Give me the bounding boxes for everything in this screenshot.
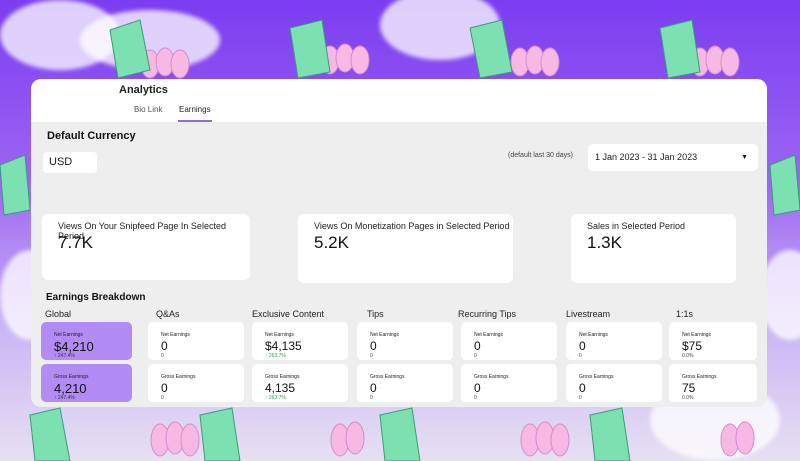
column-title-livestream: Livestream bbox=[566, 309, 611, 319]
column-title-one-on-ones: 1:1s bbox=[676, 309, 694, 319]
earnings-card-global-net: Net Earnings $4,210 ↑ 247.4% bbox=[41, 322, 132, 360]
card-change: 0 bbox=[474, 395, 477, 401]
earnings-card-exclusive-gross: Gross Earnings 4,135 ↑ 263.7% bbox=[252, 364, 348, 402]
card-value: $75 bbox=[682, 339, 703, 353]
column-title-global: Global bbox=[45, 309, 72, 319]
earnings-card-recurring-tips-gross: Gross Earnings 0 0 bbox=[461, 364, 557, 402]
card-change: 0 bbox=[370, 395, 373, 401]
column-title-qas: Q&As bbox=[156, 309, 180, 319]
card-value: 0 bbox=[579, 339, 586, 353]
earnings-card-one-on-ones-net: Net Earnings $75 0.0% bbox=[669, 322, 757, 360]
card-change: 0 bbox=[161, 353, 164, 359]
card-label: Gross Earnings bbox=[161, 374, 196, 380]
stat-card-page-views: Views On Your Snipfeed Page In Selected … bbox=[42, 214, 250, 280]
header-bar: Analytics Bio Link Earnings bbox=[31, 79, 767, 122]
earnings-card-exclusive-net: Net Earnings $4,135 ↑ 263.7% bbox=[252, 322, 348, 360]
card-change: ↑ 263.7% bbox=[265, 395, 286, 401]
card-value: 0 bbox=[161, 339, 168, 353]
earnings-card-livestream-net: Net Earnings 0 0 bbox=[566, 322, 662, 360]
card-value: 0 bbox=[370, 339, 377, 353]
card-value: 0 bbox=[161, 381, 168, 395]
card-value: 4,210 bbox=[54, 381, 87, 396]
column-title-exclusive-content: Exclusive Content bbox=[252, 309, 325, 319]
breakdown-heading: Earnings Breakdown bbox=[46, 292, 146, 303]
tab-earnings[interactable]: Earnings bbox=[179, 105, 211, 114]
stat-value: 5.2K bbox=[314, 233, 349, 252]
earnings-card-global-gross: Gross Earnings 4,210 ↑ 247.4% bbox=[41, 364, 132, 402]
card-value: 0 bbox=[474, 381, 481, 395]
tab-bio-link[interactable]: Bio Link bbox=[134, 105, 162, 114]
date-range-value: 1 Jan 2023 - 31 Jan 2023 bbox=[595, 152, 698, 162]
card-label: Net Earnings bbox=[579, 332, 608, 338]
active-tab-indicator bbox=[178, 120, 212, 122]
card-change: ↑ 247.4% bbox=[54, 395, 75, 401]
card-label: Net Earnings bbox=[370, 332, 399, 338]
stat-value: 7.7K bbox=[58, 233, 93, 252]
card-value: 0 bbox=[579, 381, 586, 395]
date-range-select[interactable]: 1 Jan 2023 - 31 Jan 2023 ▼ bbox=[588, 144, 758, 171]
card-value: 4,135 bbox=[265, 381, 296, 395]
card-label: Net Earnings bbox=[474, 332, 503, 338]
stat-label: Sales in Selected Period bbox=[587, 221, 686, 231]
earnings-card-recurring-tips-net: Net Earnings 0 0 bbox=[461, 322, 557, 360]
card-change: ↑ 263.7% bbox=[265, 353, 286, 359]
column-title-tips: Tips bbox=[367, 309, 384, 319]
earnings-card-livestream-gross: Gross Earnings 0 0 bbox=[566, 364, 662, 402]
column-title-recurring-tips: Recurring Tips bbox=[458, 309, 517, 319]
page-title: Analytics bbox=[119, 84, 168, 96]
card-change: 0 bbox=[579, 395, 582, 401]
card-change: 0 bbox=[370, 353, 373, 359]
card-value: $4,210 bbox=[54, 339, 94, 354]
card-label: Gross Earnings bbox=[265, 374, 300, 380]
card-change: 0 bbox=[579, 353, 582, 359]
earnings-card-qas-net: Net Earnings 0 0 bbox=[148, 322, 244, 360]
card-change: 0.0% bbox=[682, 395, 694, 401]
stat-label: Views On Monetization Pages in Selected … bbox=[314, 221, 510, 231]
card-value: $4,135 bbox=[265, 339, 302, 353]
period-hint: (default last 30 days) bbox=[508, 152, 573, 159]
caret-down-icon: ▼ bbox=[741, 154, 748, 161]
stat-card-monetization-views: Views On Monetization Pages in Selected … bbox=[298, 214, 513, 283]
analytics-panel: Analytics Bio Link Earnings Default Curr… bbox=[31, 79, 767, 407]
card-value: 75 bbox=[682, 381, 696, 395]
card-label: Gross Earnings bbox=[579, 374, 614, 380]
earnings-card-tips-net: Net Earnings 0 0 bbox=[357, 322, 453, 360]
earnings-card-one-on-ones-gross: Gross Earnings 75 0.0% bbox=[669, 364, 757, 402]
card-label: Net Earnings bbox=[265, 332, 294, 338]
earnings-card-tips-gross: Gross Earnings 0 0 bbox=[357, 364, 453, 402]
card-value: 0 bbox=[370, 381, 377, 395]
card-label: Gross Earnings bbox=[54, 374, 89, 380]
stat-value: 1.3K bbox=[587, 233, 622, 252]
card-change: 0 bbox=[161, 395, 164, 401]
card-label: Net Earnings bbox=[54, 332, 83, 338]
currency-heading: Default Currency bbox=[47, 130, 136, 142]
stat-card-sales: Sales in Selected Period 1.3K bbox=[571, 214, 736, 283]
card-change: ↑ 247.4% bbox=[54, 353, 75, 359]
earnings-card-qas-gross: Gross Earnings 0 0 bbox=[148, 364, 244, 402]
card-label: Net Earnings bbox=[161, 332, 190, 338]
card-change: 0 bbox=[474, 353, 477, 359]
currency-select[interactable]: USD bbox=[43, 152, 97, 173]
card-label: Gross Earnings bbox=[370, 374, 405, 380]
card-label: Net Earnings bbox=[682, 332, 711, 338]
card-label: Gross Earnings bbox=[682, 374, 717, 380]
card-value: 0 bbox=[474, 339, 481, 353]
card-change: 0.0% bbox=[682, 353, 694, 359]
card-label: Gross Earnings bbox=[474, 374, 509, 380]
